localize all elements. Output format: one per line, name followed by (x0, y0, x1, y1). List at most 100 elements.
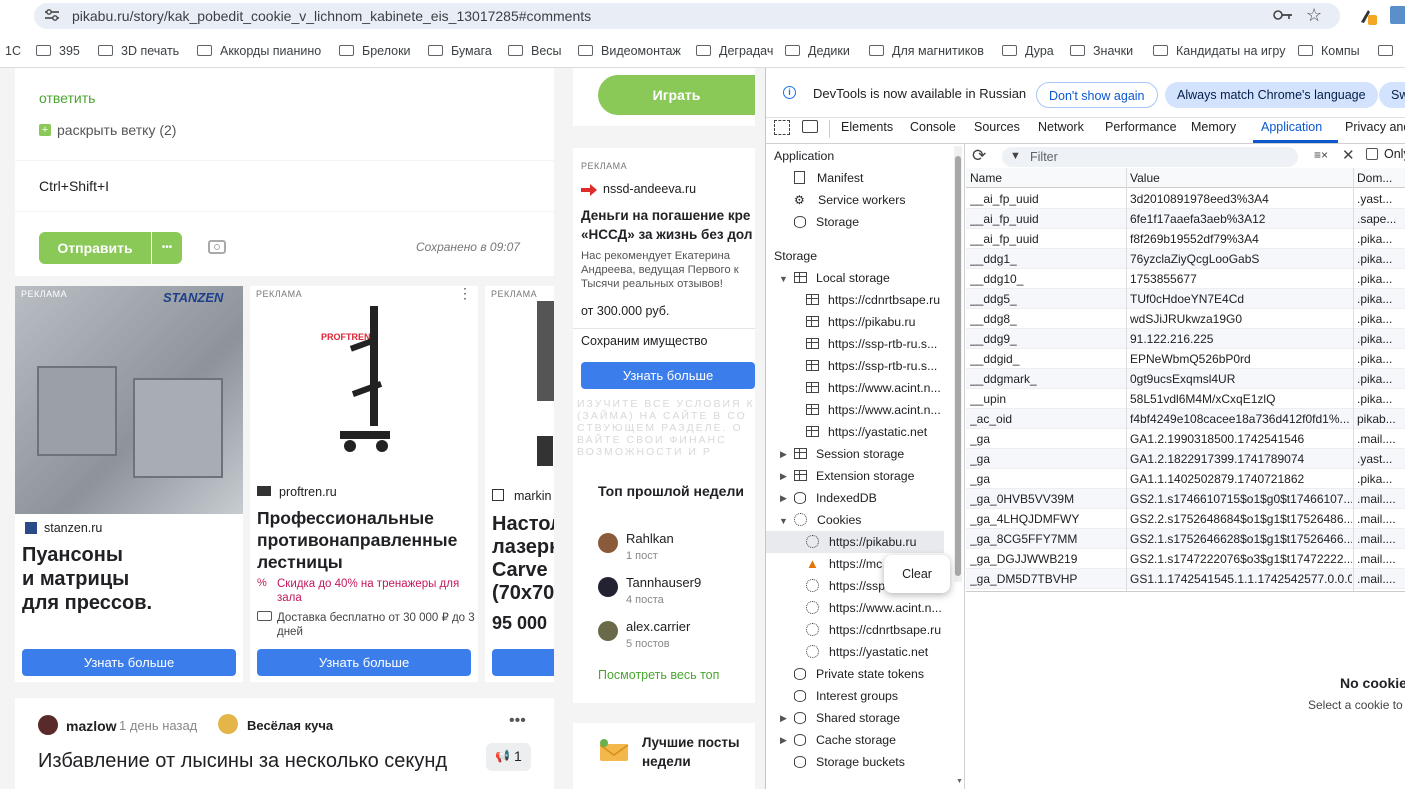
bookmark-item[interactable]: 1С (5, 44, 21, 58)
tree-item-cookie-origin[interactable]: ▲ https://mc (806, 554, 882, 574)
table-row[interactable]: _ga_DGJJWWB219 GS2.1.s1747222076$o3$g1$t1… (966, 549, 1405, 569)
avatar[interactable] (598, 621, 618, 641)
plus-icon[interactable]: + (39, 124, 51, 136)
ad-title[interactable]: Пуансоны и матрицы для прессов. (22, 543, 152, 615)
dont-show-again-button[interactable]: Don't show again (1036, 82, 1158, 108)
context-menu-clear[interactable]: Clear (884, 555, 950, 593)
clear-filtered-icon[interactable]: ≡× (1314, 148, 1328, 162)
bookmark-item[interactable]: Для магнитиков (869, 44, 984, 58)
tree-item-local-origin[interactable]: https://www.acint.n... (806, 400, 941, 420)
table-row[interactable]: __upin 58L51vdl6M4M/xCxqE1zlQ .pika... (966, 389, 1405, 409)
tree-item-storage-buckets[interactable]: Storage buckets (794, 752, 905, 772)
table-row[interactable]: _ga_DM5D7TBVHP GS1.1.1742541545.1.1.17425… (966, 569, 1405, 589)
table-row[interactable]: __ai_fp_uuid 6fe1f17aaefa3aeb%3A12 .sape..… (966, 209, 1405, 229)
bookmark-item[interactable]: Компы (1298, 44, 1360, 58)
table-row[interactable]: _ga_8CG5FFY7MM GS2.1.s1752646628$o1$g1$t1… (966, 529, 1405, 549)
key-icon[interactable] (1273, 8, 1293, 25)
bookmark-item[interactable]: Деградач (696, 44, 773, 58)
bookmark-item[interactable]: Бумага (428, 44, 492, 58)
tab-performance[interactable]: Performance (1105, 120, 1177, 134)
tree-item-local-origin[interactable]: https://ssp-rtb-ru.s... (806, 356, 937, 376)
clear-all-icon[interactable]: ✕ (1342, 146, 1355, 164)
tree-item-local-origin[interactable]: https://pikabu.ru (806, 312, 916, 332)
table-row[interactable]: __ddg1_ 76yzclaZiyQcgLooGabS .pika... (966, 249, 1405, 269)
table-row[interactable]: _ga GA1.2.1822917399.1741789074 .yast... (966, 449, 1405, 469)
top-user-name[interactable]: alex.carrier (626, 619, 690, 634)
tab-console[interactable]: Console (910, 120, 956, 134)
bookmark-item[interactable]: Видеомонтаж (578, 44, 681, 58)
column-header-name[interactable]: Name (970, 168, 1125, 188)
table-row[interactable]: _ga_0HVB5VV39M GS2.1.s1746610715$o1$g0$t1… (966, 489, 1405, 509)
tree-item-session-storage[interactable]: Session storage (794, 444, 904, 464)
table-row[interactable]: __ddg10_ 1753855677 .pika... (966, 269, 1405, 289)
column-header-domain[interactable]: Dom... (1357, 168, 1405, 188)
url-text[interactable]: pikabu.ru/story/kak_pobedit_cookie_v_lic… (72, 8, 591, 24)
bookmark-item[interactable]: Значки (1070, 44, 1133, 58)
tab-memory[interactable]: Memory (1191, 120, 1236, 134)
learn-more-button[interactable] (492, 649, 554, 676)
tree-item-storage[interactable]: Storage (794, 212, 859, 232)
caret-right-icon[interactable]: ▶ (780, 735, 787, 746)
bookmark-item[interactable]: Кандидаты на игру (1153, 44, 1286, 58)
column-header-value[interactable]: Value (1130, 168, 1352, 188)
ad-title[interactable]: Профессиональные противонаправленные лес… (257, 507, 475, 573)
comment-input[interactable]: Ctrl+Shift+I (15, 161, 554, 211)
tree-item-shared-storage[interactable]: Shared storage (794, 708, 900, 728)
tree-item-cookie-origin[interactable]: https://cdnrtbsape.ru (806, 620, 941, 640)
table-row[interactable]: __ddgmark_ 0gt9ucsExqmsl4UR .pika... (966, 369, 1405, 389)
tree-item-service-workers[interactable]: ⚙ Service workers (794, 190, 905, 210)
tree-item-extension-storage[interactable]: Extension storage (794, 466, 914, 486)
star-icon[interactable]: ☆ (1306, 5, 1322, 26)
table-row[interactable]: __ddg9_ 91.122.216.225 .pika... (966, 329, 1405, 349)
tree-item-cache-storage[interactable]: Cache storage (794, 730, 896, 750)
tree-item-local-origin[interactable]: https://www.acint.n... (806, 378, 941, 398)
best-posts-title[interactable]: Лучшие посты недели (642, 733, 752, 771)
tab-sources[interactable]: Sources (974, 120, 1020, 134)
learn-more-button[interactable]: Узнать больше (22, 649, 236, 676)
caret-down-icon[interactable]: ▼ (779, 274, 788, 284)
tree-item-cookie-origin[interactable]: https://ssp (806, 576, 885, 596)
tree-item-cookies[interactable]: Cookies (794, 510, 861, 530)
play-button[interactable]: Играть (598, 75, 755, 115)
device-toolbar-icon[interactable] (802, 120, 818, 133)
post-community[interactable]: Весёлая куча (247, 718, 333, 733)
bookmark-item[interactable]: 395 (36, 44, 80, 58)
send-button[interactable]: Отправить (39, 232, 151, 264)
ad-card[interactable]: РЕКЛАМА ⋮ PROFTREN proftren.ru Профессио… (250, 286, 478, 682)
tab-application[interactable]: Application (1261, 120, 1322, 134)
avatar[interactable] (38, 715, 58, 735)
more-icon[interactable]: ••• (509, 712, 526, 730)
bookmark-item[interactable]: Весы (508, 44, 562, 58)
site-settings-icon[interactable] (44, 8, 60, 22)
avatar[interactable] (598, 533, 618, 553)
scroll-down-icon[interactable]: ▼ (956, 778, 963, 785)
ad-card[interactable]: РЕКЛАМА STANZEN stanzen.ru Пуансоны и ма… (15, 286, 243, 682)
camera-icon[interactable] (208, 240, 226, 254)
bookmark-item[interactable] (1378, 44, 1401, 58)
bookmark-item[interactable]: Дедики (785, 44, 850, 58)
table-row[interactable]: __ddg5_ TUf0cHdoeYN7E4Cd .pika... (966, 289, 1405, 309)
top-user-name[interactable]: Rahlkan (626, 531, 674, 546)
caret-down-icon[interactable]: ▼ (779, 516, 788, 526)
caret-right-icon[interactable]: ▶ (780, 449, 787, 460)
tab-network[interactable]: Network (1038, 120, 1084, 134)
filter-input[interactable]: ▼ Filter (1002, 147, 1298, 167)
always-match-language-button[interactable]: Always match Chrome's language (1165, 82, 1378, 108)
ad-card[interactable]: РЕКЛАМА markin Настол лазерн Carve I (70… (485, 286, 554, 682)
table-row[interactable]: __ai_fp_uuid 3d2010891978eed3%3A4 .yast... (966, 189, 1405, 209)
top-user-name[interactable]: Tannhauser9 (626, 575, 701, 590)
more-icon[interactable]: ⋮ (458, 286, 472, 300)
table-row[interactable]: _ga GA1.1.1402502879.1740721862 .pika... (966, 469, 1405, 489)
table-row[interactable]: _ga_4LHQJDMFWY GS2.2.s1752648684$o1$g1$t1… (966, 509, 1405, 529)
ad-domain[interactable]: proftren.ru (279, 485, 337, 499)
ad-domain[interactable]: markin (514, 489, 552, 503)
reply-link[interactable]: ответить (39, 90, 95, 106)
tree-item-local-origin[interactable]: https://yastatic.net (806, 422, 927, 442)
avatar[interactable] (598, 577, 618, 597)
tab-elements[interactable]: Elements (841, 120, 893, 134)
post-title[interactable]: Избавление от лысины за несколько секунд (38, 746, 447, 776)
tree-item-indexeddb[interactable]: IndexedDB (794, 488, 877, 508)
community-icon[interactable] (218, 714, 238, 734)
tab-privacy[interactable]: Privacy and (1345, 120, 1405, 134)
ad-domain[interactable]: nssd-andeeva.ru (603, 182, 696, 196)
